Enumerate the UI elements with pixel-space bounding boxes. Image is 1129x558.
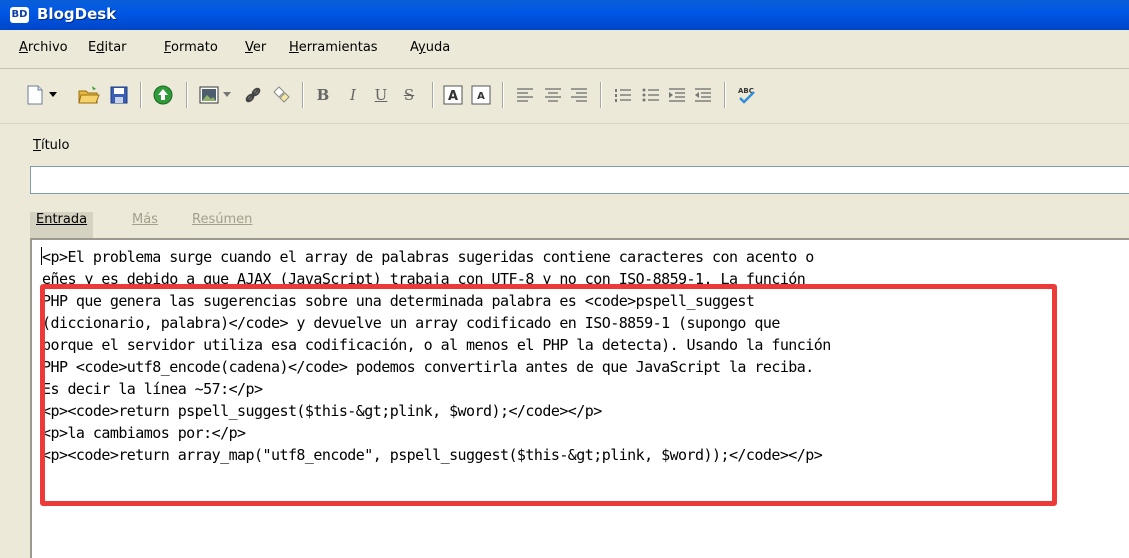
menu-ayuda[interactable]: Ayuda bbox=[410, 40, 450, 55]
svg-text:A: A bbox=[448, 89, 458, 104]
outdent-icon[interactable] bbox=[690, 82, 716, 108]
text-caret bbox=[41, 247, 42, 265]
font-larger-icon[interactable]: A bbox=[440, 82, 466, 108]
publish-icon[interactable] bbox=[150, 82, 176, 108]
toolbar-separator bbox=[724, 82, 726, 108]
spellcheck-icon[interactable]: ABC bbox=[734, 82, 760, 108]
indent-icon[interactable] bbox=[664, 82, 690, 108]
svg-text:A: A bbox=[477, 91, 485, 102]
toolbar-separator bbox=[432, 82, 434, 108]
ordered-list-icon[interactable] bbox=[610, 82, 636, 108]
menu-herramientas[interactable]: Herramientas bbox=[289, 40, 378, 55]
new-dropdown-arrow-icon[interactable] bbox=[46, 82, 60, 108]
toolbar-separator bbox=[600, 82, 602, 108]
bold-icon[interactable]: B bbox=[310, 82, 336, 108]
toolbar-separator bbox=[186, 82, 188, 108]
align-center-icon[interactable] bbox=[540, 82, 566, 108]
open-folder-icon[interactable] bbox=[76, 82, 102, 108]
editor-tabs: Entrada Más Resúmen bbox=[30, 212, 1129, 240]
tab-entrada[interactable]: Entrada bbox=[30, 212, 94, 238]
new-document-icon[interactable] bbox=[22, 82, 48, 108]
strikethrough-icon[interactable]: S bbox=[396, 82, 422, 108]
align-right-icon[interactable] bbox=[566, 82, 592, 108]
font-smaller-icon[interactable]: A bbox=[468, 82, 494, 108]
menu-ver[interactable]: Ver bbox=[245, 40, 266, 55]
app-logo-icon: BD bbox=[10, 7, 29, 23]
window-titlebar[interactable]: BD BlogDesk bbox=[0, 0, 1129, 30]
tab-mas[interactable]: Más bbox=[126, 212, 164, 238]
editor-line: <p>El problema surge cuando el array de … bbox=[42, 248, 814, 266]
align-left-icon[interactable] bbox=[512, 82, 538, 108]
image-dropdown-arrow-icon[interactable] bbox=[220, 82, 234, 108]
tab-resumen[interactable]: Resúmen bbox=[186, 212, 258, 238]
toolbar-separator bbox=[502, 82, 504, 108]
window-title: BlogDesk bbox=[37, 5, 117, 23]
menu-formato[interactable]: Formato bbox=[164, 40, 218, 55]
menu-bar: Archivo Editar Formato Ver Herramientas … bbox=[0, 30, 1129, 69]
unordered-list-icon[interactable] bbox=[638, 82, 664, 108]
insert-image-icon[interactable] bbox=[196, 82, 222, 108]
save-icon[interactable] bbox=[106, 82, 132, 108]
title-field-label: Título bbox=[33, 138, 70, 153]
underline-icon[interactable]: U bbox=[368, 82, 394, 108]
toolbar-separator bbox=[302, 82, 304, 108]
red-highlight-annotation bbox=[40, 284, 1057, 506]
insert-link-icon[interactable] bbox=[240, 82, 266, 108]
unlink-icon[interactable] bbox=[268, 82, 294, 108]
toolbar-separator bbox=[140, 82, 142, 108]
formatting-toolbar: B I U S A A ABC bbox=[0, 69, 1129, 124]
title-input[interactable] bbox=[30, 166, 1129, 194]
menu-archivo[interactable]: Archivo bbox=[19, 40, 68, 55]
menu-editar[interactable]: Editar bbox=[88, 40, 127, 55]
italic-icon[interactable]: I bbox=[340, 82, 366, 108]
